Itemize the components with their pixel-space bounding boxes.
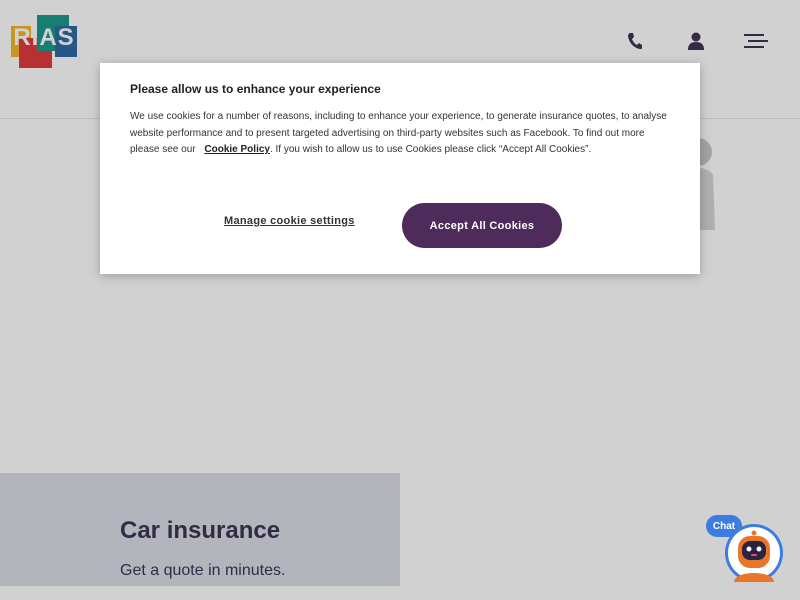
cookie-body-text-after: . If you wish to allow us to use Cookies…: [269, 144, 592, 155]
cookie-dialog-title: Please allow us to enhance your experien…: [130, 82, 381, 96]
manage-cookie-settings-link[interactable]: Manage cookie settings: [224, 215, 362, 227]
cookie-consent-dialog: Please allow us to enhance your experien…: [100, 63, 700, 274]
chatbot-icon: [725, 524, 783, 582]
chat-widget[interactable]: Chat: [704, 512, 788, 588]
cookie-dialog-text: We use cookies for a number of reasons, …: [130, 109, 670, 159]
cookie-policy-link[interactable]: Cookie Policy: [204, 144, 270, 155]
accept-all-cookies-button[interactable]: Accept All Cookies: [402, 203, 562, 248]
